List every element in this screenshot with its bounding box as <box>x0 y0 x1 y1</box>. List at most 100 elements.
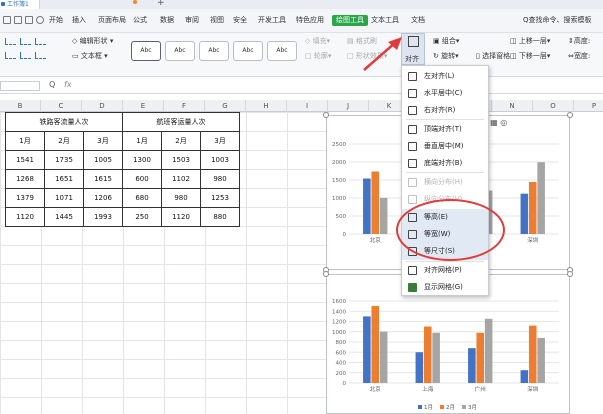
column-header-o[interactable]: O <box>533 100 574 112</box>
rotate-button[interactable]: ↻ 旋转▾ <box>433 52 459 61</box>
quick-redo-icon[interactable] <box>36 16 44 24</box>
bar-1月-广州[interactable] <box>468 348 476 383</box>
table-cell[interactable]: 1253 <box>200 188 240 208</box>
align-menu-item-5[interactable]: 底端对齐(B) <box>402 155 488 172</box>
shape-arrow-icon[interactable] <box>5 52 16 59</box>
month-header[interactable]: 3月 <box>200 131 240 151</box>
table-cell[interactable]: 680 <box>122 188 162 208</box>
shape-line-icon[interactable] <box>5 38 16 45</box>
new-tab-button[interactable]: + <box>157 0 165 8</box>
align-menu-item-12[interactable]: 显示网格(G) <box>402 279 488 296</box>
quick-print-icon[interactable] <box>14 16 22 24</box>
menu-7[interactable]: 安全 <box>233 16 247 25</box>
shape-style-1[interactable]: Abc <box>131 41 161 61</box>
header-flight[interactable]: 航班客运量人次 <box>122 112 240 132</box>
text-box-button[interactable]: ▭ 文本框 ▾ <box>72 52 108 61</box>
bar-2月-北京[interactable] <box>371 171 380 234</box>
menu-3[interactable]: 公式 <box>133 16 147 25</box>
resize-handle[interactable] <box>567 271 573 277</box>
table-cell[interactable]: 1120 <box>161 207 201 227</box>
column-header-i[interactable]: I <box>287 100 328 112</box>
align-menu-item-3[interactable]: 顶端对齐(T) <box>402 121 488 138</box>
menu-1[interactable]: 插入 <box>72 16 86 25</box>
month-header[interactable]: 1月 <box>122 131 162 151</box>
table-cell[interactable]: 1300 <box>122 150 162 170</box>
menu-9[interactable]: 特色应用 <box>296 16 324 25</box>
column-header-f[interactable]: F <box>164 100 205 112</box>
table-cell[interactable]: 1541 <box>5 150 45 170</box>
table-cell[interactable]: 1268 <box>5 169 45 189</box>
month-header[interactable]: 1月 <box>5 131 45 151</box>
table-cell[interactable]: 1445 <box>44 207 84 227</box>
resize-handle[interactable] <box>323 271 329 277</box>
shape-curve-icon[interactable] <box>35 38 46 45</box>
shape-elbow-icon[interactable] <box>20 38 31 45</box>
shape-style-2[interactable]: Abc <box>165 41 195 61</box>
table-cell[interactable]: 980 <box>200 169 240 189</box>
table-cell[interactable]: 1503 <box>161 150 201 170</box>
column-header-j[interactable]: J <box>328 100 369 112</box>
shape-style-3[interactable]: Abc <box>199 41 229 61</box>
bar-3月-深圳[interactable] <box>537 162 545 234</box>
menu-8[interactable]: 开发工具 <box>258 16 286 25</box>
table-cell[interactable]: 1615 <box>83 169 123 189</box>
fx-icon[interactable]: fx <box>64 80 72 89</box>
align-menu-item-2[interactable]: 右对齐(R) <box>402 102 488 119</box>
column-header-d[interactable]: D <box>82 100 123 112</box>
align-menu-item-1[interactable]: 水平居中(C) <box>402 85 488 102</box>
resize-handle[interactable] <box>567 112 573 118</box>
menu-5[interactable]: 审阅 <box>185 16 199 25</box>
table-cell[interactable]: 1005 <box>83 150 123 170</box>
resize-handle[interactable] <box>323 112 329 118</box>
bar-1月-上海[interactable] <box>415 352 424 383</box>
table-cell[interactable]: 980 <box>161 188 201 208</box>
shape-more-icon[interactable] <box>35 52 46 59</box>
table-cell[interactable]: 1003 <box>200 150 240 170</box>
month-header[interactable]: 3月 <box>83 131 123 151</box>
month-header[interactable]: 2月 <box>44 131 84 151</box>
column-header-b[interactable]: B <box>0 100 41 112</box>
bar-1月-深圳[interactable] <box>520 193 529 234</box>
align-menu-item-11[interactable]: 对齐网格(P) <box>402 262 488 279</box>
selection-pane-button[interactable]: ▯ 选择窗格 <box>476 52 510 61</box>
table-cell[interactable]: 1206 <box>83 188 123 208</box>
bring-forward-button[interactable]: ◫ 上移一层▾ <box>510 37 550 46</box>
send-backward-button[interactable]: ◫ 下移一层▾ <box>510 52 550 61</box>
menu-12[interactable]: 文档 <box>411 16 425 25</box>
column-header-g[interactable]: G <box>205 100 246 112</box>
menu-4[interactable]: 数据 <box>160 16 174 25</box>
bar-3月-广州[interactable] <box>484 318 493 383</box>
align-menu-item-0[interactable]: 左对齐(L) <box>402 68 488 85</box>
name-box[interactable] <box>0 81 40 91</box>
column-header-n[interactable]: N <box>492 100 533 112</box>
align-menu-item-4[interactable]: 垂直居中(M) <box>402 138 488 155</box>
table-cell[interactable]: 600 <box>122 169 162 189</box>
table-cell[interactable]: 1735 <box>44 150 84 170</box>
command-search[interactable]: Q查找命令、搜索模板 <box>523 14 603 26</box>
table-cell[interactable]: 1379 <box>5 188 45 208</box>
quick-undo-icon[interactable] <box>25 16 33 24</box>
table-cell[interactable]: 1102 <box>161 169 201 189</box>
shape-style-5[interactable]: Abc <box>267 41 297 61</box>
bar-3月-深圳[interactable] <box>537 337 545 383</box>
shape-style-4[interactable]: Abc <box>233 41 263 61</box>
column-header-e[interactable]: E <box>123 100 164 112</box>
table-cell[interactable]: 250 <box>122 207 162 227</box>
bar-3月-北京[interactable] <box>379 331 388 383</box>
fill-button[interactable]: ◇ 填充▾ <box>305 37 330 46</box>
table-cell[interactable]: 1071 <box>44 188 84 208</box>
bar-2月-深圳[interactable] <box>528 325 537 383</box>
edit-shape-button[interactable]: ◇ 编辑形状 ▾ <box>72 37 113 46</box>
menu-2[interactable]: 页面布局 <box>98 16 126 25</box>
table-cell[interactable]: 1651 <box>44 169 84 189</box>
outline-button[interactable]: □ 轮廓▾ <box>305 52 331 61</box>
document-tab[interactable]: 工作簿1 <box>0 0 40 9</box>
zoom-icon[interactable]: Q <box>49 80 55 89</box>
bar-3月-北京[interactable] <box>379 197 388 234</box>
table-cell[interactable]: 1120 <box>5 207 45 227</box>
month-header[interactable]: 2月 <box>161 131 201 151</box>
column-header-h[interactable]: H <box>246 100 287 112</box>
header-railway[interactable]: 铁路客流量人次 <box>5 112 123 132</box>
menu-0[interactable]: 开始 <box>49 16 63 25</box>
column-header-c[interactable]: C <box>41 100 82 112</box>
